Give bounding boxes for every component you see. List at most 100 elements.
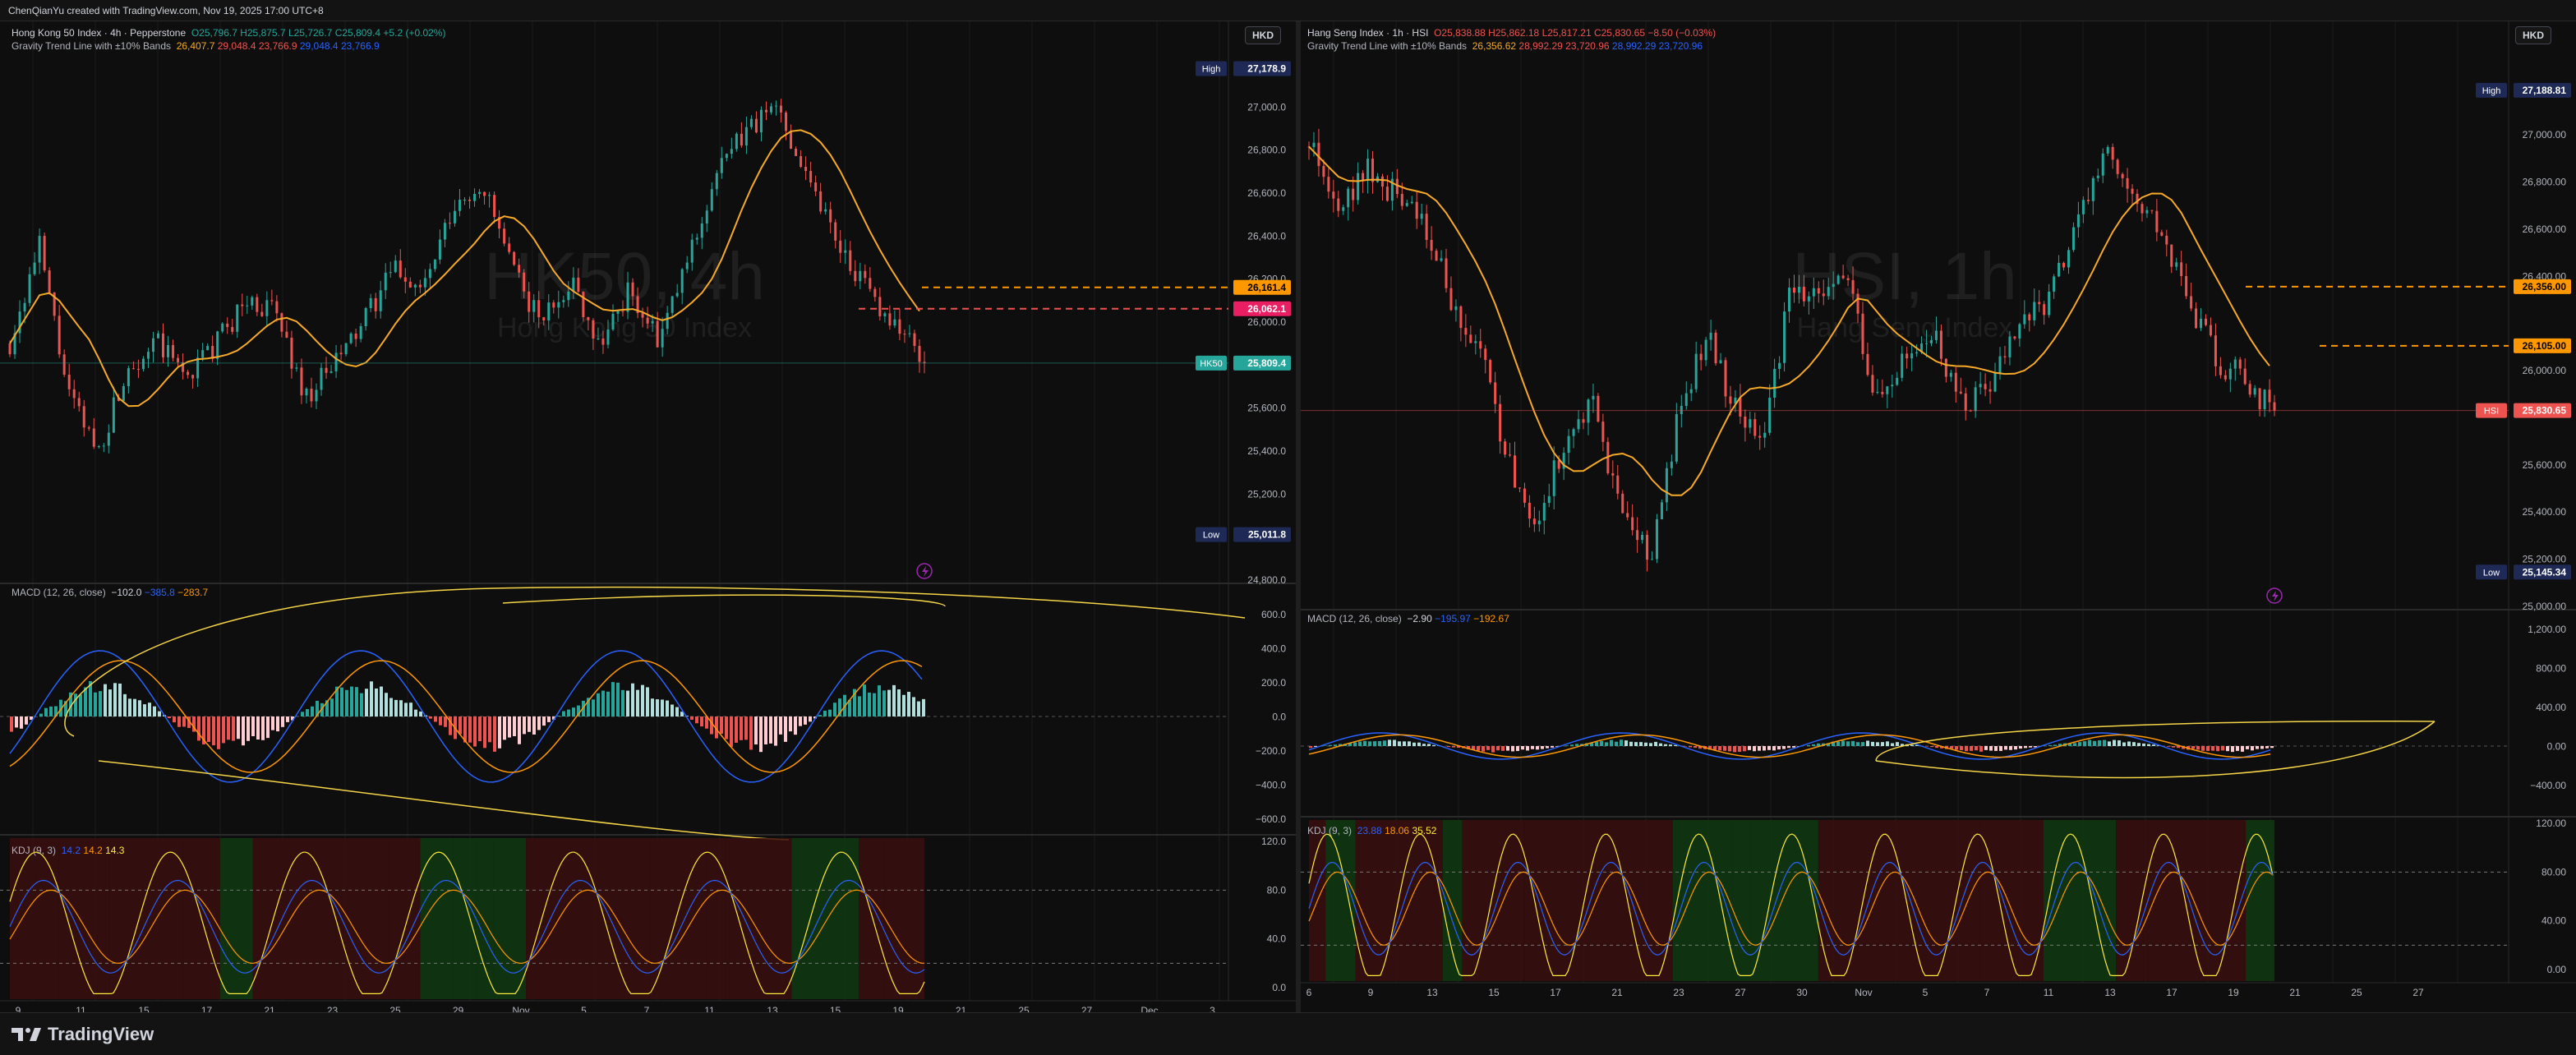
left-candle [265, 300, 268, 316]
right-candle [1445, 258, 1448, 288]
left-macd-bar [528, 716, 531, 732]
right-macd-bar [2231, 746, 2234, 752]
tradingview-icon [12, 1026, 41, 1043]
right-candle [1573, 429, 1575, 435]
left-candle [770, 106, 772, 112]
right-candle [1773, 369, 1776, 398]
left-candle [869, 278, 871, 288]
right-macd-bar [1324, 745, 1327, 746]
left-macd-bar [508, 716, 511, 738]
right-macd-bar [1772, 746, 1776, 750]
right-macd-bar [1664, 744, 1667, 746]
left-low-label: Low [1203, 531, 1219, 541]
left-time-tick: 25 [1018, 1005, 1030, 1012]
left-gravity-upper: 29,048.4 [218, 40, 256, 52]
right-candle [1729, 396, 1731, 403]
right-currency-button[interactable]: HKD [2515, 26, 2551, 44]
right-candle [1421, 214, 1423, 219]
left-candle [345, 343, 348, 354]
right-macd-bar [2009, 746, 2012, 750]
right-candle [1499, 404, 1501, 442]
right-macd-bar [1777, 746, 1781, 749]
left-candle [647, 318, 649, 324]
right-macd-bar [1477, 746, 1480, 751]
left-candle [883, 313, 886, 316]
left-macd-bar [873, 693, 876, 716]
right-candle [1720, 360, 1722, 363]
left-macd-bar [74, 693, 77, 716]
right-candle [1960, 392, 1962, 394]
right-candle [1494, 382, 1496, 403]
left-chart-panel[interactable]: HK50, 4hHong Kong 50 Index27,000.026,800… [0, 21, 1296, 1012]
right-macd-bar [1639, 742, 1643, 746]
right-macd-tick: 400.00 [2536, 702, 2566, 713]
left-candle [750, 119, 753, 127]
left-candle [221, 324, 223, 331]
right-macd-bar [1748, 746, 1751, 750]
left-candle [735, 134, 738, 150]
left-candle [132, 368, 135, 369]
left-candle [9, 343, 12, 354]
left-kdj-j-value: 14.3 [105, 845, 124, 856]
left-macd-tick: −400.0 [1256, 780, 1286, 791]
right-macd-bar [1733, 746, 1736, 752]
left-macd-bar [518, 716, 521, 744]
right-macd-bar [1546, 746, 1549, 749]
right-macd-bar [1531, 746, 1534, 749]
right-candle [1656, 519, 1658, 559]
left-macd-bar [389, 698, 393, 716]
left-macd-bar [616, 683, 620, 716]
right-symbol: Hang Seng Index · 1h · HSI [1307, 27, 1428, 39]
right-time-tick: 21 [2289, 987, 2301, 998]
left-candle [878, 297, 881, 316]
right-candle [1518, 487, 1521, 488]
left-candle [572, 278, 574, 292]
left-candle [473, 194, 476, 201]
left-macd-bar [158, 712, 161, 716]
left-candle [513, 252, 515, 265]
right-candle [1568, 436, 1570, 453]
right-candle [1631, 518, 1634, 531]
right-macd-bar [1925, 746, 1929, 747]
right-candle [1715, 333, 1717, 363]
left-time-tick: 15 [138, 1005, 150, 1012]
right-macd-bar [1629, 742, 1633, 746]
right-level1-value: 26,356.00 [2523, 281, 2567, 293]
right-kdj-zone [1732, 820, 1749, 981]
right-candle [2092, 178, 2094, 201]
left-macd-bar [897, 689, 901, 716]
left-macd-bar [483, 716, 486, 748]
left-macd-bar [350, 687, 353, 716]
left-macd-annotation-curve [503, 595, 945, 606]
left-kdj-tick: 80.0 [1267, 884, 1287, 896]
right-macd-bar [1408, 741, 1411, 746]
right-candle [1440, 258, 1443, 260]
left-gravity-trend-line [10, 130, 919, 406]
left-kdj-zone [792, 838, 859, 999]
left-candle [365, 308, 367, 326]
tradingview-logo[interactable]: TradingView [12, 1023, 154, 1046]
left-time-tick: 13 [767, 1005, 778, 1012]
right-macd-bar [2177, 746, 2180, 748]
right-chart-panel[interactable]: HSI, 1hHang Seng Index27,000.0026,800.00… [1301, 21, 2576, 1012]
right-candle [1955, 373, 1957, 392]
right-macd-bar [2014, 746, 2017, 749]
right-candle [1666, 468, 1668, 503]
right-candle [2219, 366, 2222, 375]
right-candle [2082, 200, 2085, 214]
left-macd-bar [646, 687, 649, 716]
left-macd-bar [794, 716, 797, 735]
left-macd-bar [917, 702, 920, 716]
left-candle [592, 320, 594, 339]
left-macd-bar [730, 716, 733, 747]
left-gravity-label: Gravity Trend Line with ±10% Bands [12, 40, 171, 52]
left-macd-bar [197, 716, 200, 740]
left-macd-bar [720, 716, 723, 734]
left-candle [627, 283, 629, 312]
left-macd-bar [49, 707, 53, 716]
left-macd-bar [143, 704, 146, 716]
left-currency-button[interactable]: HKD [1245, 26, 1281, 44]
right-macd-bar [1738, 746, 1741, 752]
right-macd-bar [2024, 746, 2027, 748]
left-candle [172, 345, 174, 358]
